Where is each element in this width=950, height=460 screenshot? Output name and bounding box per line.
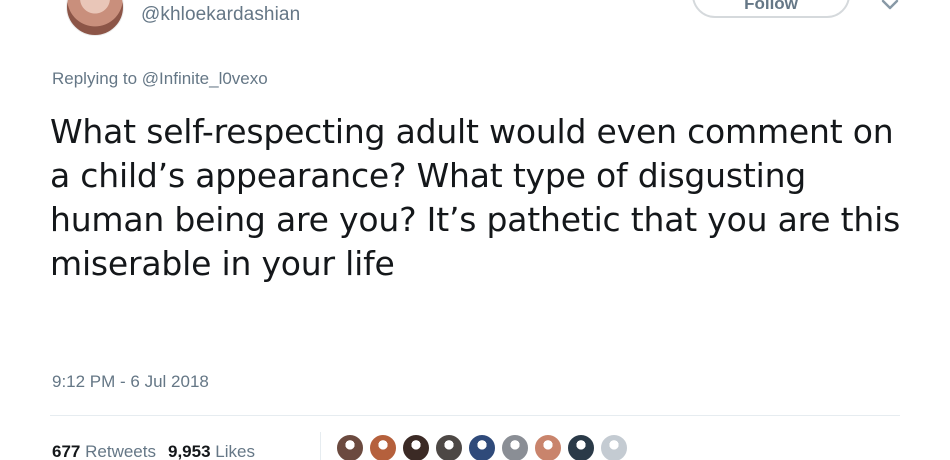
liker-avatar-5[interactable] <box>467 433 497 460</box>
follow-button-label: Follow <box>744 0 798 13</box>
liker-avatar-3[interactable] <box>401 433 431 460</box>
likes-count: 9,953 <box>167 442 211 460</box>
liker-avatar-2[interactable] <box>368 433 398 460</box>
divider <box>50 415 900 416</box>
tweet-card: @khloekardashian Follow Replying to @Inf… <box>0 0 950 460</box>
follow-button[interactable]: Follow <box>692 0 850 18</box>
liker-avatar-9[interactable] <box>599 433 629 460</box>
chevron-down-icon[interactable] <box>880 0 900 12</box>
stats-divider <box>320 432 321 460</box>
tweet-stats: 677 Retweets 9,953 Likes <box>52 442 255 460</box>
reply-context: Replying to @Infinite_l0vexo <box>52 69 268 89</box>
tweet-text: What self-respecting adult would even co… <box>50 112 901 283</box>
liker-avatar-4[interactable] <box>434 433 464 460</box>
retweets-count: 677 <box>52 442 81 460</box>
author-handle[interactable]: @khloekardashian <box>141 4 300 26</box>
author-avatar[interactable] <box>66 0 124 36</box>
reply-prefix: Replying to <box>52 69 142 88</box>
liker-avatar-6[interactable] <box>500 433 530 460</box>
likes-stat[interactable]: 9,953 Likes <box>168 442 255 460</box>
likes-label: Likes <box>215 442 255 460</box>
liker-avatar-7[interactable] <box>533 433 563 460</box>
tweet-timestamp[interactable]: 9:12 PM - 6 Jul 2018 <box>52 372 209 392</box>
reply-mention-link[interactable]: @Infinite_l0vexo <box>142 69 268 88</box>
liker-avatar-8[interactable] <box>566 433 596 460</box>
liker-avatar-1[interactable] <box>335 433 365 460</box>
retweets-stat[interactable]: 677 Retweets <box>52 442 156 460</box>
retweets-label: Retweets <box>85 442 156 460</box>
likers-avatars <box>335 433 632 460</box>
